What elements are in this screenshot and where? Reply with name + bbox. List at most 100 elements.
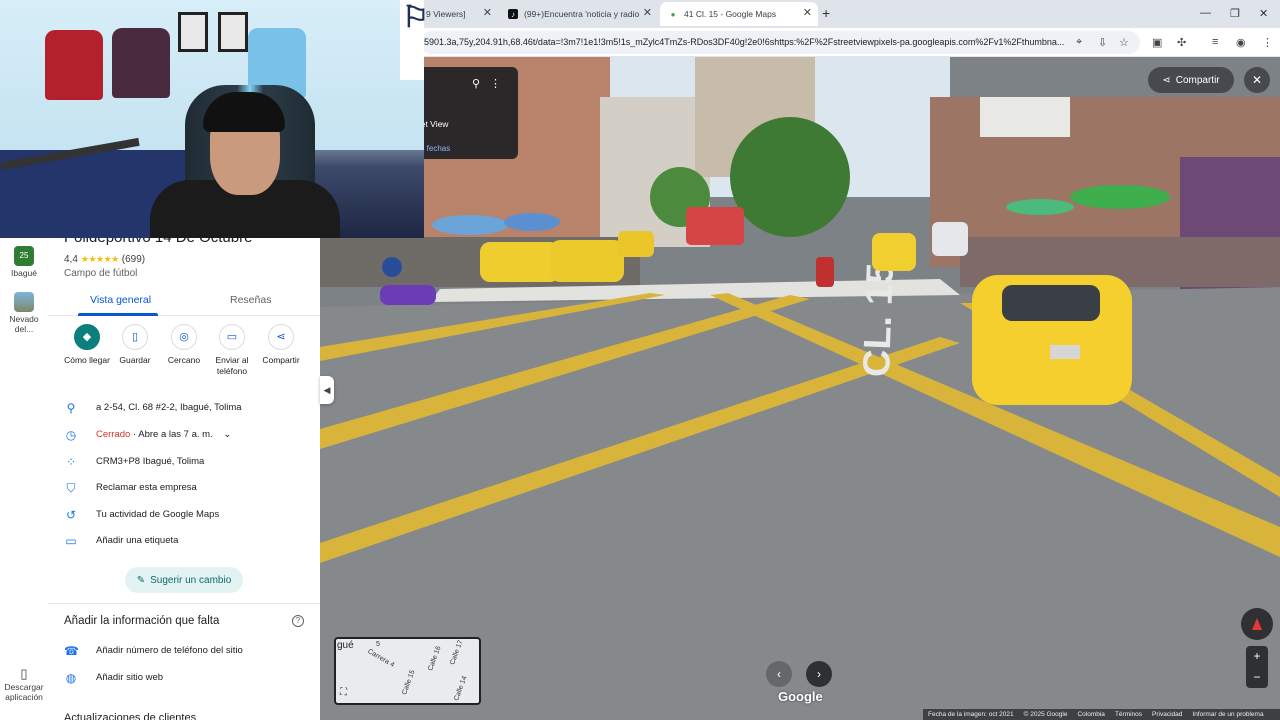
close-window-icon[interactable]: ✕ [1259, 7, 1268, 20]
google-logo: Google [778, 689, 823, 704]
streetview-close-button[interactable]: ✕ [1244, 67, 1270, 93]
minimap-city: gué [337, 640, 354, 651]
chevron-down-icon[interactable]: ⌄ [223, 429, 231, 440]
address-row[interactable]: ⚲ a 2-54, Cl. 68 #2-2, Ibagué, Tolima [48, 398, 320, 420]
rail-label: Nevado del... [9, 314, 39, 334]
add-website-text: Añadir sitio web [96, 672, 164, 683]
cam-frame [218, 12, 248, 52]
send-phone-icon: ▭ [219, 324, 245, 350]
privacy-link[interactable]: Privacidad [1152, 711, 1182, 718]
rating-stars: ★★★★★ [80, 254, 119, 264]
label-row[interactable]: ▭ Añadir una etiqueta [48, 531, 320, 553]
divider [48, 603, 320, 604]
country-link[interactable]: Colombia [1077, 711, 1104, 718]
save-button[interactable]: ▯ Guardar [109, 324, 161, 366]
clock-icon: ◷ [65, 428, 77, 442]
copyright: © 2025 Google [1023, 711, 1068, 718]
bookmark-star-icon[interactable]: ☆ [1119, 36, 1129, 49]
webcam-overlay [0, 0, 424, 238]
globe-icon: ◍ [65, 671, 77, 685]
rail-label: Descargar aplicación [4, 682, 44, 702]
hours-detail: · Abre a las 7 a. m. [132, 429, 213, 440]
extension-icon[interactable]: ▣ [1152, 36, 1162, 49]
tab-label: 41 Cl. 15 - Google Maps [684, 9, 777, 19]
nearby-icon: ◎ [171, 324, 197, 350]
expand-icon[interactable]: ⛶ [340, 687, 347, 698]
review-count[interactable]: (699) [122, 254, 145, 265]
hours-text: Cerrado · Abre a las 7 a. m. ⌄ [96, 429, 231, 440]
browser-tab[interactable]: ♪ (99+)Encuentra 'noticia y radio ✕ [500, 2, 658, 26]
label-icon: ▭ [65, 534, 77, 548]
rail-item-nevado[interactable]: Nevado del... [0, 292, 48, 334]
street-view[interactable]: CL. 15 ⚲ ⋮ eet View ás fechas ⋖ Comparti… [320, 57, 1280, 720]
address-bar[interactable]: 5901.3a,75y,204.91h,68.46t/data=!3m7!1e1… [420, 31, 1140, 54]
rating-value: 4,4 [64, 254, 78, 265]
puzzle-icon[interactable]: ✣ [1177, 36, 1186, 49]
share-label: Compartir [1175, 74, 1220, 86]
next-image-button[interactable]: › [806, 661, 832, 687]
suggest-edit-button[interactable]: ✎ Sugerir un cambio [125, 567, 243, 593]
share-button[interactable]: ⋖ Compartir [255, 324, 307, 366]
compass-button[interactable] [1241, 608, 1273, 640]
cam-edge: ⚐ [400, 0, 429, 80]
browser-tab[interactable]: 9 Viewers] ✕ [418, 2, 498, 26]
tab-label: 9 Viewers] [426, 9, 466, 19]
zoom-in-button[interactable]: + [1246, 646, 1268, 667]
directions-button[interactable]: ◆ Cómo llegar [61, 324, 113, 366]
shield-check-icon: ⛉ [66, 481, 76, 495]
rail-thumb: 25 [14, 246, 34, 266]
plus-code-row[interactable]: ⁘ CRM3+P8 Ibagué, Tolima [48, 452, 320, 474]
share-icon: ⋖ [1162, 74, 1171, 86]
streetview-share-button[interactable]: ⋖ Compartir [1148, 67, 1234, 93]
history-icon: ↺ [65, 508, 77, 522]
send-to-phone-button[interactable]: ▭ Enviar al teléfono [206, 324, 258, 377]
activity-text: Tu actividad de Google Maps [96, 509, 220, 520]
activity-row[interactable]: ↺ Tu actividad de Google Maps [48, 505, 320, 527]
restore-icon[interactable]: ❐ [1230, 7, 1240, 20]
close-tab-icon[interactable]: ✕ [643, 6, 652, 19]
cam-edge-figure: ⚐ [402, 1, 429, 34]
claim-row[interactable]: ⛉ Reclamar esta empresa [48, 478, 320, 500]
add-website-row[interactable]: ◍ Añadir sitio web [48, 668, 320, 690]
media-icon[interactable]: ≡ [1212, 36, 1218, 48]
directions-icon: ◆ [74, 324, 100, 350]
browser-tab-active[interactable]: ● 41 Cl. 15 - Google Maps ✕ [660, 2, 818, 26]
collapse-panel-button[interactable]: ◀ [320, 376, 334, 404]
zoom-out-button[interactable]: − [1246, 667, 1268, 688]
rail-item-ibague[interactable]: 25 Ibagué [0, 246, 48, 278]
add-phone-row[interactable]: ☎ Añadir número de teléfono del sitio [48, 641, 320, 663]
minimap-street: Calle 14 [453, 675, 469, 702]
bookmark-icon: ▯ [122, 324, 148, 350]
minimap[interactable]: gué 5 Carrera 4 Calle 17 Calle 16 Calle … [334, 637, 481, 705]
tab-label: (99+)Encuentra 'noticia y radio [524, 9, 640, 19]
help-icon[interactable]: ? [292, 615, 304, 627]
tab-overview[interactable]: Vista general [90, 294, 151, 306]
terms-link[interactable]: Términos [1115, 711, 1142, 718]
more-options-icon[interactable]: ⋮ [490, 77, 501, 90]
close-tab-icon[interactable]: ✕ [803, 6, 812, 19]
road-marking-text: CL. 15 [856, 262, 902, 377]
new-tab-button[interactable]: + [822, 5, 830, 21]
close-tab-icon[interactable]: ✕ [483, 6, 492, 19]
map-footer: Fecha de la imagen: oct 2021 © 2025 Goog… [923, 709, 1280, 720]
previous-image-button[interactable]: ‹ [766, 661, 792, 687]
profile-icon[interactable]: ◉ [1236, 36, 1246, 49]
place-tabs: Vista general Reseñas [48, 288, 320, 316]
install-icon[interactable]: ⇩ [1098, 36, 1107, 49]
zoom-controls: + − [1246, 646, 1268, 688]
report-problem-link[interactable]: Informar de un problema [1192, 711, 1263, 718]
suggest-label: Sugerir un cambio [150, 574, 232, 586]
hours-row[interactable]: ◷ Cerrado · Abre a las 7 a. m. ⌄ [48, 425, 320, 447]
action-label: Guardar [119, 355, 151, 365]
place-title: Polideportivo 14 De Octubre [64, 238, 252, 246]
location-pin-icon[interactable]: ⚲ [472, 77, 480, 90]
menu-icon[interactable]: ⋮ [1262, 36, 1273, 49]
tab-reviews[interactable]: Reseñas [230, 294, 271, 306]
location-icon[interactable]: ⌖ [1076, 36, 1082, 49]
rail-item-download[interactable]: ▯ Descargar aplicación [0, 666, 48, 702]
minimize-icon[interactable]: — [1200, 7, 1211, 19]
rail-label: Ibagué [11, 268, 37, 278]
nearby-button[interactable]: ◎ Cercano [158, 324, 210, 366]
place-category[interactable]: Campo de fútbol [64, 268, 137, 279]
minimap-street: Carrera 4 [366, 648, 396, 669]
